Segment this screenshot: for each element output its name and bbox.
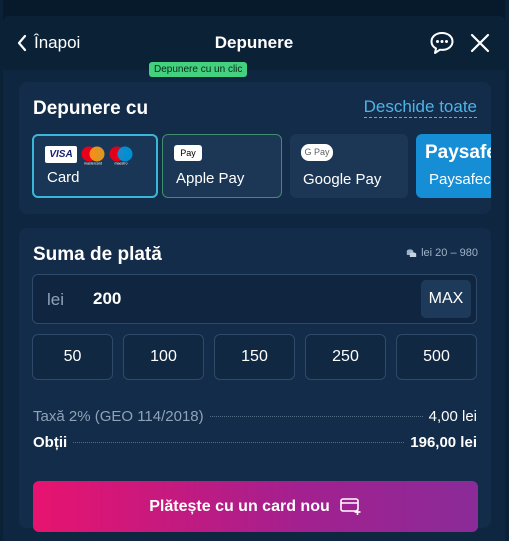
deposit-methods-panel: Depunere cu Deschide toate VISA masterca…	[19, 82, 491, 214]
method-apple-pay-label: Apple Pay	[176, 170, 245, 187]
total-row: Obții 196,00 lei	[33, 434, 477, 451]
fee-label: Taxă 2% (GEO 114/2018)	[33, 408, 204, 425]
currency-label: lei	[47, 290, 65, 309]
pay-button-label: Plătește cu un card nou	[149, 497, 330, 515]
fee-row: Taxă 2% (GEO 114/2018) 4,00 lei	[33, 408, 477, 425]
method-paysafecard-label: Paysafecard	[429, 171, 491, 188]
max-button[interactable]: MAX	[421, 280, 471, 318]
fee-dots	[209, 416, 423, 417]
preset-amounts: 50 100 150 250 500	[32, 334, 478, 380]
fee-value: 4,00 lei	[428, 408, 477, 425]
mastercard-logo: mastercard	[81, 146, 105, 166]
maestro-logo: maestro	[109, 146, 133, 166]
visa-logo: VISA	[45, 146, 77, 163]
modal-header: Înapoi Depunere	[3, 16, 505, 70]
method-google-pay-label: Google Pay	[303, 171, 382, 188]
background-right-edge	[505, 0, 509, 541]
close-button[interactable]	[467, 30, 493, 56]
method-paysafecard[interactable]: Paysafec Paysafecard	[416, 134, 491, 198]
amount-range-text: lei 20 – 980	[421, 247, 478, 259]
apple-pay-logo: Pay	[174, 145, 202, 161]
amount-panel: Suma de plată lei 20 – 980 lei MAX 50 10…	[19, 228, 491, 532]
close-icon	[470, 33, 490, 53]
preset-50-button[interactable]: 50	[32, 334, 113, 380]
total-label: Obții	[33, 434, 68, 451]
apple-pay-logo-text: Pay	[180, 148, 196, 158]
method-google-pay[interactable]: G Pay Google Pay	[290, 134, 408, 198]
open-all-link[interactable]: Deschide toate	[363, 97, 477, 118]
amount-input[interactable]	[93, 286, 343, 312]
preset-250-button[interactable]: 250	[305, 334, 386, 380]
one-click-badge: Depunere cu un clic	[149, 62, 248, 77]
google-pay-logo: G Pay	[301, 144, 333, 161]
method-apple-pay[interactable]: Pay Apple Pay	[162, 134, 282, 198]
chat-bubble-icon	[430, 32, 454, 54]
amount-title: Suma de plată	[33, 244, 162, 265]
amount-range: lei 20 – 980	[406, 247, 478, 259]
coins-icon	[406, 248, 417, 257]
mastercard-wordmark: mastercard	[84, 162, 102, 166]
paysafecard-logo: Paysafec	[425, 142, 491, 163]
preset-100-button[interactable]: 100	[123, 334, 204, 380]
preset-500-button[interactable]: 500	[396, 334, 477, 380]
deposit-modal: Înapoi Depunere Depunere cu Deschide toa…	[3, 16, 505, 541]
method-card[interactable]: VISA mastercard maestro Card	[32, 134, 158, 198]
add-card-icon	[339, 497, 361, 515]
pay-new-card-button[interactable]: Plătește cu un card nou	[33, 481, 478, 532]
maestro-wordmark: maestro	[115, 162, 128, 166]
chat-button[interactable]	[429, 30, 455, 56]
amount-field: lei MAX	[32, 274, 477, 324]
deposit-methods-title: Depunere cu	[33, 98, 149, 119]
method-card-label: Card	[47, 169, 80, 186]
preset-150-button[interactable]: 150	[214, 334, 295, 380]
total-dots	[73, 442, 405, 443]
total-value: 196,00 lei	[410, 434, 477, 451]
